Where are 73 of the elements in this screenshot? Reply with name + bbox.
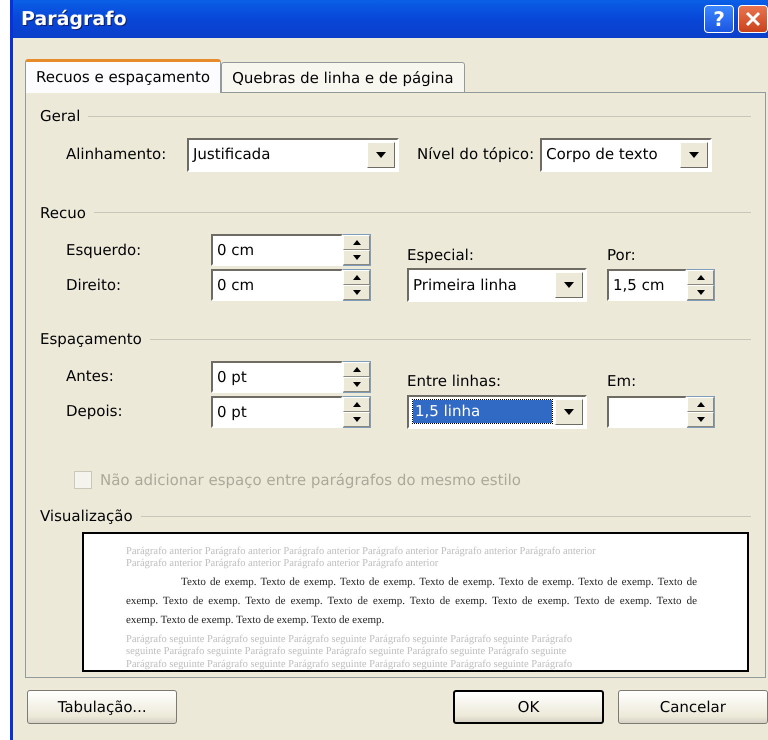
spin-field[interactable] xyxy=(607,396,687,428)
spin-down-button[interactable] xyxy=(343,412,370,426)
field-label: Entre linhas: xyxy=(407,371,502,392)
field-label: Antes: xyxy=(66,366,115,388)
dropdown-arrow-button[interactable] xyxy=(367,142,395,168)
up-arrow-icon xyxy=(696,275,704,280)
field-label: Por: xyxy=(607,244,637,266)
field-label: Direito: xyxy=(66,274,122,296)
dropdown[interactable]: Justificada xyxy=(187,138,399,172)
spin-up-button[interactable] xyxy=(687,396,714,412)
preview-text: Parágrafo seguinte Parágrafo seguinte Parágrafo seguinte Parágrafo seguinte Parágrafo seguinte Parágrafo xyxy=(126,634,574,646)
caret-icon xyxy=(689,152,700,158)
preview-text: Parágrafo anterior Parágrafo anterior Parágrafo anterior Parágrafo anterior xyxy=(126,558,440,570)
field-label: Esquerdo: xyxy=(66,240,142,261)
spin-down-button[interactable] xyxy=(343,376,370,392)
caret-icon xyxy=(564,408,574,414)
group-title: Geral xyxy=(40,106,80,127)
tab[interactable]: Recuos e espaçamento xyxy=(25,59,222,93)
dropdown-arrow-button[interactable] xyxy=(680,142,708,168)
dropdown-arrow-button[interactable] xyxy=(555,272,583,298)
down-arrow-icon xyxy=(352,290,360,295)
up-arrow-icon xyxy=(352,402,360,406)
spin-down-button[interactable] xyxy=(687,412,714,426)
dialog-button[interactable]: Cancelar xyxy=(618,690,768,724)
dropdown[interactable]: 1,5 linha xyxy=(407,394,587,428)
spin-up-button[interactable] xyxy=(343,362,370,376)
up-arrow-icon xyxy=(352,240,360,245)
spin-field[interactable]: 0 pt xyxy=(211,396,343,428)
spin-down-button[interactable] xyxy=(343,285,370,300)
preview-text: exemp. Texto de exemp. Texto de exemp. Texto de exemp. Texto de exemp. Texto de exemp. Texto de exemp. Texto de xyxy=(126,594,697,608)
field-label: Alinhamento: xyxy=(66,144,168,166)
down-arrow-icon xyxy=(352,255,360,260)
close-icon xyxy=(744,10,762,28)
down-arrow-icon xyxy=(352,416,360,422)
spin-down-button[interactable] xyxy=(343,250,370,265)
spin-field[interactable]: 0 pt xyxy=(211,360,343,392)
dialog-button[interactable]: Tabulação... xyxy=(27,690,178,724)
field-label: Depois: xyxy=(66,401,124,422)
dropdown[interactable]: Primeira linha xyxy=(407,268,587,302)
group-title: Recuo xyxy=(40,202,86,224)
spin-down-button[interactable] xyxy=(687,285,714,300)
spin-up-button[interactable] xyxy=(343,235,370,250)
caret-icon xyxy=(564,282,574,288)
preview-text: Parágrafo anterior Parágrafo anterior Parágrafo anterior Parágrafo anterior Parágrafo anterior Parágrafo anterior xyxy=(126,546,597,558)
spin-field[interactable]: 0 cm xyxy=(211,234,343,266)
close-button[interactable] xyxy=(738,5,768,33)
tab[interactable]: Quebras de linha e de página xyxy=(221,62,465,92)
window-title: Parágrafo xyxy=(21,6,128,32)
spin-field[interactable]: 1,5 cm xyxy=(607,269,687,301)
down-arrow-icon xyxy=(696,416,704,422)
group-title: Visualização xyxy=(40,506,133,527)
field-label: Em: xyxy=(607,371,638,392)
preview-text: Texto de exemp. Texto de exemp. Texto de exemp. Texto de exemp. Texto de exemp. Texto de exemp. Texto de xyxy=(180,574,697,590)
dialog-button[interactable]: OK xyxy=(453,690,604,724)
field-label: Especial: xyxy=(407,244,475,266)
down-arrow-icon xyxy=(352,382,360,386)
spin-up-button[interactable] xyxy=(343,396,370,412)
up-arrow-icon xyxy=(696,402,704,406)
dropdown[interactable]: Corpo de texto xyxy=(540,138,712,172)
preview-text: Parágrafo seguinte Parágrafo seguinte Parágrafo seguinte Parágrafo seguinte Parágrafo seguinte Parágrafo xyxy=(126,658,574,670)
help-button[interactable]: ? xyxy=(704,5,734,33)
preview-text: exemp. Texto de exemp. Texto de exemp. Texto de exemp. xyxy=(126,612,386,628)
up-arrow-icon xyxy=(352,275,360,280)
caret-icon xyxy=(376,152,386,158)
down-arrow-icon xyxy=(696,290,704,295)
preview-text: seguinte Parágrafo seguinte Parágrafo seguinte Parágrafo seguinte Parágrafo seguinte Parágrafo seguinte xyxy=(126,646,568,658)
spin-up-button[interactable] xyxy=(687,270,714,285)
field-label: Nível do tópico: xyxy=(417,144,534,166)
up-arrow-icon xyxy=(352,366,360,372)
dropdown-arrow-button[interactable] xyxy=(555,398,583,424)
spin-field[interactable]: 0 cm xyxy=(211,269,343,301)
spin-up-button[interactable] xyxy=(343,270,370,285)
group-title: Espaçamento xyxy=(40,329,142,350)
